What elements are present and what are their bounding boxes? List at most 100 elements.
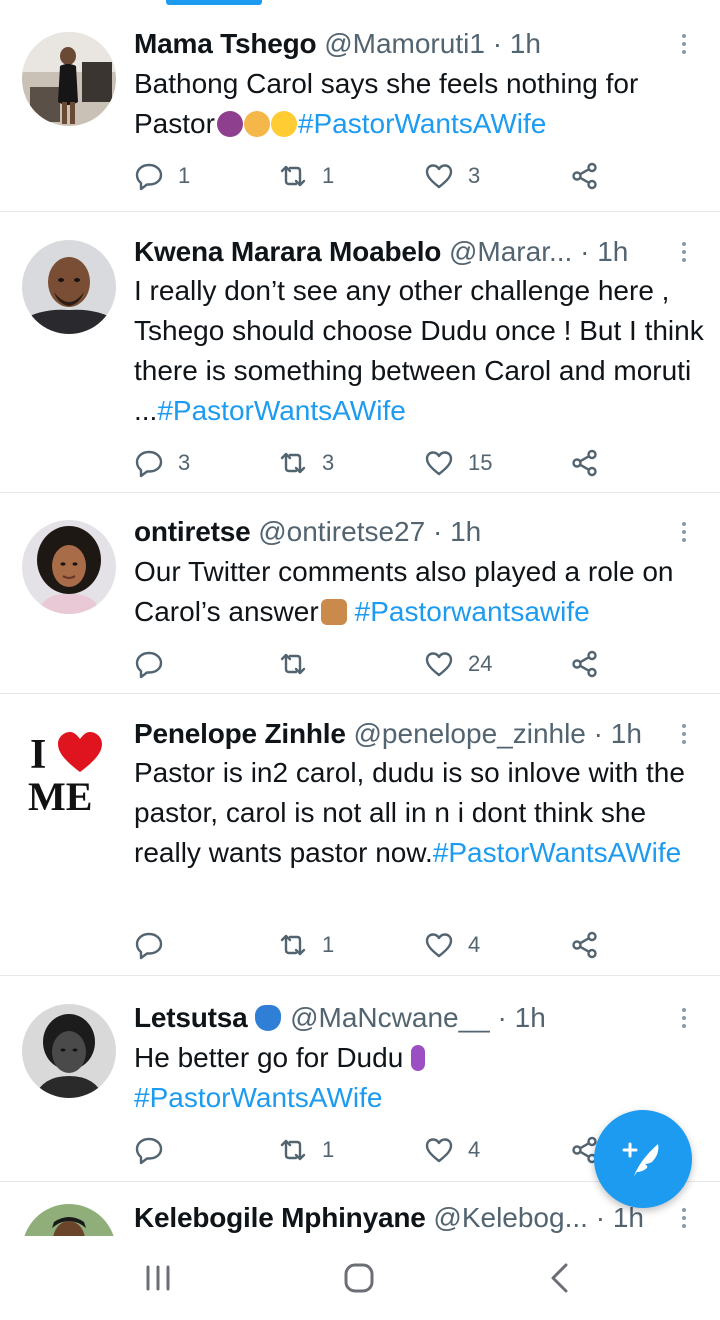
- hashtag-link[interactable]: #PastorWantsAWife: [157, 395, 405, 426]
- avatar[interactable]: [22, 1004, 116, 1098]
- heart-icon: [425, 1138, 453, 1163]
- retweet-icon: [280, 653, 306, 675]
- retweet-button[interactable]: [278, 644, 322, 684]
- like-button[interactable]: 3: [424, 156, 480, 196]
- separator-dot: ·: [497, 1002, 507, 1033]
- more-options-icon[interactable]: [674, 512, 694, 552]
- user-handle[interactable]: @Marar...: [449, 236, 572, 267]
- reply-button[interactable]: [134, 644, 178, 684]
- reply-button[interactable]: [134, 925, 178, 965]
- timestamp[interactable]: 1h: [611, 718, 642, 749]
- reply-icon: [135, 932, 163, 960]
- like-button[interactable]: 15: [424, 443, 492, 483]
- tweet-actions: 1 1 3: [134, 156, 614, 196]
- timestamp[interactable]: 1h: [510, 28, 541, 59]
- retweet-icon: [280, 452, 306, 474]
- hashtag-link[interactable]: #PastorWantsAWife: [134, 1082, 382, 1113]
- display-name[interactable]: Kelebogile Mphinyane: [134, 1202, 426, 1233]
- active-tab-indicator: [166, 0, 262, 5]
- avatar[interactable]: [22, 520, 116, 614]
- user-handle[interactable]: @Kelebog...: [433, 1202, 588, 1233]
- compose-tweet-button[interactable]: [594, 1110, 692, 1208]
- display-name[interactable]: Mama Tshego: [134, 28, 317, 59]
- retweet-icon: [280, 165, 306, 187]
- retweet-button[interactable]: 3: [278, 443, 334, 483]
- more-options-icon[interactable]: [674, 714, 694, 754]
- recents-button[interactable]: [138, 1258, 178, 1298]
- display-name[interactable]: Penelope Zinhle: [134, 718, 346, 749]
- share-button[interactable]: [570, 925, 600, 965]
- tweet-text: Pastor is in2 carol, dudu is so inlove w…: [134, 753, 704, 873]
- timestamp[interactable]: 1h: [450, 516, 481, 547]
- reply-icon: [135, 163, 163, 191]
- woman-crown-emoji-icon: [216, 111, 243, 137]
- tweet-header: Kelebogile Mphinyane @Kelebog... · 1h: [134, 1198, 674, 1236]
- share-button[interactable]: [570, 644, 600, 684]
- feather-plus-icon: [622, 1142, 659, 1176]
- woman-standing-emoji-icon: [411, 1045, 426, 1071]
- separator-dot: ·: [595, 1202, 606, 1233]
- tweet-item[interactable]: I ME Penelope Zinhle @penelope_zinhle · …: [0, 694, 720, 976]
- separator-dot: ·: [580, 236, 590, 267]
- like-button[interactable]: 4: [424, 1130, 480, 1170]
- share-button[interactable]: [570, 156, 600, 196]
- separator-dot: ·: [593, 718, 603, 749]
- share-icon: [572, 449, 597, 477]
- retweet-count: 1: [322, 163, 335, 188]
- reply-button[interactable]: 3: [134, 443, 190, 483]
- butterfly-emoji-icon: [255, 1005, 282, 1031]
- display-name[interactable]: Kwena Marara Moabelo: [134, 236, 441, 267]
- more-options-icon[interactable]: [674, 232, 694, 272]
- like-count: 4: [468, 932, 481, 957]
- home-icon: [344, 1263, 374, 1293]
- avatar[interactable]: [22, 240, 116, 334]
- timestamp[interactable]: 1h: [515, 1002, 546, 1033]
- display-name[interactable]: Letsutsa: [134, 1002, 248, 1033]
- hashtag-link[interactable]: #PastorWantsAWife: [433, 837, 681, 868]
- retweet-button[interactable]: 1: [278, 156, 334, 196]
- hashtag-link[interactable]: #Pastorwantsawife: [355, 596, 590, 627]
- like-count: 15: [468, 450, 493, 475]
- home-button[interactable]: [339, 1258, 379, 1298]
- user-handle[interactable]: @Mamoruti1: [324, 28, 485, 59]
- tweet-header: Kwena Marara Moabelo @Marar... · 1h: [134, 232, 674, 272]
- hashtag-link[interactable]: #PastorWantsAWife: [298, 108, 546, 139]
- user-handle[interactable]: @ontiretse27: [258, 516, 425, 547]
- retweet-button[interactable]: 1: [278, 1130, 334, 1170]
- tweet-feed[interactable]: Mama Tshego @Mamoruti1 · 1h Bathong Caro…: [0, 6, 720, 1236]
- tweet-item[interactable]: ontiretse @ontiretse27 · 1h Our Twitter …: [0, 493, 720, 694]
- share-button[interactable]: [570, 443, 600, 483]
- avatar[interactable]: [22, 1204, 116, 1236]
- back-button[interactable]: [540, 1258, 580, 1298]
- separator-dot: ·: [432, 516, 443, 547]
- avatar[interactable]: I ME: [22, 722, 116, 816]
- avatar-letters-me: ME: [28, 774, 92, 816]
- crossed-fingers-emoji-icon: [320, 599, 347, 625]
- tweet-header: Letsutsa @MaNcwane__ · 1h: [134, 998, 674, 1038]
- back-icon: [551, 1263, 568, 1293]
- tweet-text: He better go for Dudu #PastorWantsAWife: [134, 1038, 704, 1118]
- like-count: 24: [468, 651, 493, 676]
- avatar[interactable]: [22, 32, 116, 126]
- tweet-header: Mama Tshego @Mamoruti1 · 1h: [134, 24, 674, 64]
- display-name[interactable]: ontiretse: [134, 516, 251, 547]
- tweet-body: He better go for Dudu: [134, 1042, 404, 1073]
- reply-button[interactable]: [134, 1130, 178, 1170]
- tweet-item[interactable]: Mama Tshego @Mamoruti1 · 1h Bathong Caro…: [0, 6, 720, 212]
- retweet-button[interactable]: 1: [278, 925, 334, 965]
- tweet-actions: 3 3 15: [134, 443, 614, 483]
- timestamp[interactable]: 1h: [597, 236, 628, 267]
- tweet-item[interactable]: Kwena Marara Moabelo @Marar... · 1h I re…: [0, 212, 720, 493]
- more-options-icon[interactable]: [674, 1198, 694, 1236]
- like-count: 4: [468, 1137, 481, 1162]
- like-button[interactable]: 24: [424, 644, 492, 684]
- user-handle[interactable]: @penelope_zinhle: [354, 718, 586, 749]
- more-options-icon[interactable]: [674, 998, 694, 1038]
- reply-button[interactable]: 1: [134, 156, 190, 196]
- grinning-sweat-emoji-icon: [270, 111, 297, 137]
- user-handle[interactable]: @MaNcwane__: [290, 1002, 490, 1033]
- more-options-icon[interactable]: [674, 24, 694, 64]
- retweet-count: 1: [322, 1137, 335, 1162]
- like-button[interactable]: 4: [424, 925, 480, 965]
- share-icon: [572, 931, 597, 959]
